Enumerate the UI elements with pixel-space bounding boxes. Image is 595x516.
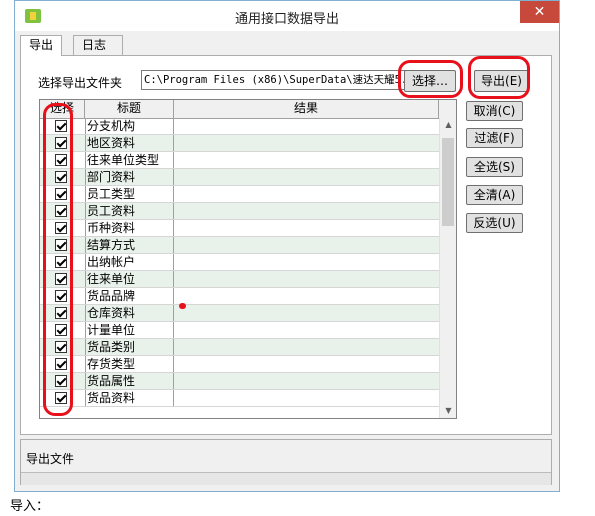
clear-all-button[interactable]: 全清(A) <box>466 185 523 205</box>
row-title: 货品资料 <box>85 390 174 406</box>
table-row[interactable]: 员工类型 <box>40 186 439 203</box>
progress-bar <box>21 472 551 485</box>
row-title: 存货类型 <box>85 356 174 372</box>
row-title: 币种资料 <box>85 220 174 236</box>
table-row[interactable]: 货品资料 <box>40 390 439 407</box>
table-row[interactable]: 计量单位 <box>40 322 439 339</box>
tab-export[interactable]: 导出 <box>20 35 63 56</box>
table-row[interactable]: 往来单位 <box>40 271 439 288</box>
annotation-oval-choose <box>398 60 463 98</box>
title-bar: 通用接口数据导出 ✕ <box>15 1 559 31</box>
row-title: 分支机构 <box>85 118 174 134</box>
folder-label: 选择导出文件夹 <box>38 76 123 90</box>
row-title: 员工类型 <box>85 186 174 202</box>
row-title: 货品类别 <box>85 339 174 355</box>
row-title: 计量单位 <box>85 322 174 338</box>
annotation-oval-checkboxes <box>43 103 73 416</box>
tab-log[interactable]: 日志 <box>73 35 123 55</box>
status-label: 导出文件 <box>26 452 75 466</box>
status-area: 导出文件 <box>20 439 552 485</box>
row-title: 部门资料 <box>85 169 174 185</box>
close-button[interactable]: ✕ <box>520 1 559 23</box>
row-title: 员工资料 <box>85 203 174 219</box>
filter-button[interactable]: 过滤(F) <box>466 128 523 148</box>
annotation-dot <box>179 303 186 309</box>
row-title: 仓库资料 <box>85 305 174 321</box>
select-all-button[interactable]: 全选(S) <box>466 157 523 177</box>
invert-selection-button[interactable]: 反选(U) <box>466 213 523 233</box>
table-row[interactable]: 分支机构 <box>40 118 439 135</box>
row-title: 货品品牌 <box>85 288 174 304</box>
table-row[interactable]: 货品类别 <box>40 339 439 356</box>
annotation-oval-export <box>468 56 530 99</box>
table-row[interactable]: 地区资料 <box>40 135 439 152</box>
row-title: 往来单位类型 <box>85 152 174 168</box>
table-row[interactable]: 货品属性 <box>40 373 439 390</box>
table-row[interactable]: 仓库资料 <box>40 305 439 322</box>
column-header-result[interactable]: 结果 <box>174 100 439 118</box>
row-title: 出纳帐户 <box>85 254 174 270</box>
footer-text: 导入： <box>10 499 50 514</box>
window-title: 通用接口数据导出 <box>234 12 339 27</box>
table-row[interactable]: 货品品牌 <box>40 288 439 305</box>
scroll-down-icon[interactable]: ▼ <box>440 406 456 415</box>
table-row[interactable]: 员工资料 <box>40 203 439 220</box>
vertical-scrollbar[interactable]: ▲ ▼ <box>439 118 456 418</box>
column-header-title[interactable]: 标题 <box>85 100 174 118</box>
row-title: 地区资料 <box>85 135 174 151</box>
items-grid: 选择 标题 结果 分支机构 地区资料 往来单位类型 部门资料 员工类型 员工资料 币种资料结… <box>39 99 457 419</box>
grid-header: 选择 标题 结果 <box>40 100 456 119</box>
row-title: 货品属性 <box>85 373 174 389</box>
folder-path-input[interactable]: C:\Program Files (x86)\SuperData\速达天耀5.0 <box>141 70 411 90</box>
table-row[interactable]: 往来单位类型 <box>40 152 439 169</box>
row-title: 往来单位 <box>85 271 174 287</box>
table-row[interactable]: 出纳帐户 <box>40 254 439 271</box>
table-row[interactable]: 币种资料 <box>40 220 439 237</box>
scroll-up-icon[interactable]: ▲ <box>440 120 456 129</box>
table-row[interactable]: 存货类型 <box>40 356 439 373</box>
cancel-button[interactable]: 取消(C) <box>466 101 523 121</box>
table-row[interactable]: 部门资料 <box>40 169 439 186</box>
scrollbar-thumb[interactable] <box>442 138 454 226</box>
row-title: 结算方式 <box>85 237 174 253</box>
table-row[interactable]: 结算方式 <box>40 237 439 254</box>
